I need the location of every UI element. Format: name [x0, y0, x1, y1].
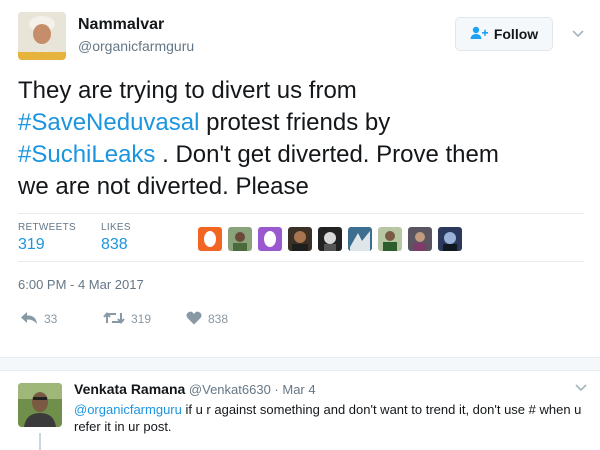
hashtag-link[interactable]: #SaveNeduvasal [18, 109, 199, 136]
liker-avatar[interactable] [408, 227, 432, 251]
chevron-down-icon[interactable] [569, 24, 587, 42]
liker-avatar[interactable] [228, 227, 252, 251]
tweet-line: #SaveNeduvasal protest friends by [18, 107, 588, 139]
liker-avatar[interactable] [288, 227, 312, 251]
liker-avatar[interactable] [198, 227, 222, 251]
reply-count: 33 [44, 312, 58, 326]
hashtag-link[interactable]: #SuchiLeaks [18, 141, 155, 168]
tweet-timestamp[interactable]: 6:00 PM - 4 Mar 2017 [18, 277, 144, 292]
reply-icon [20, 311, 38, 328]
reply-author-name[interactable]: Venkata Ramana [74, 381, 185, 397]
liker-avatar[interactable] [438, 227, 462, 251]
author-display-name[interactable]: Nammalvar [78, 16, 164, 34]
liker-avatar[interactable] [378, 227, 402, 251]
retweet-button[interactable]: 319 [103, 310, 151, 328]
like-button[interactable]: 838 [186, 310, 228, 328]
add-user-icon [470, 26, 488, 43]
liker-avatars [198, 227, 462, 251]
reply-button[interactable]: 33 [20, 310, 57, 328]
retweets-count[interactable]: 319 [18, 236, 45, 254]
liker-avatar[interactable] [318, 227, 342, 251]
divider [18, 213, 584, 214]
mention-link[interactable]: @organicfarmguru [74, 402, 182, 417]
tweet-line: #SuchiLeaks . Don't get diverted. Prove … [18, 139, 588, 171]
reply-author-handle[interactable]: @Venkat6630 [189, 382, 271, 397]
thread-separator [0, 357, 600, 371]
retweet-icon [103, 311, 125, 328]
reply-text: @organicfarmguru if u r against somethin… [74, 401, 590, 435]
like-count: 838 [208, 312, 229, 326]
likes-count[interactable]: 838 [101, 236, 128, 254]
reply-header: Venkata Ramana @Venkat6630 · Mar 4 [74, 381, 316, 397]
retweets-label: RETWEETS [18, 222, 76, 233]
separator: · [270, 382, 283, 397]
tweet-text: They are trying to divert us from #SaveN… [18, 75, 588, 203]
divider [18, 261, 584, 262]
reply-author-avatar[interactable] [18, 383, 62, 427]
author-avatar[interactable] [18, 12, 66, 60]
likes-label: LIKES [101, 222, 131, 233]
tweet-text-fragment: . Don't get diverted. Prove them [155, 141, 499, 168]
heart-icon [186, 311, 202, 328]
reply-date[interactable]: Mar 4 [282, 382, 315, 397]
tweet-line: we are not diverted. Please [18, 173, 309, 200]
liker-avatar[interactable] [258, 227, 282, 251]
tweet-text-fragment: protest friends by [199, 109, 391, 136]
follow-button-label: Follow [493, 26, 539, 42]
author-handle[interactable]: @organicfarmguru [78, 38, 194, 54]
tweet-line: They are trying to divert us from [18, 77, 357, 104]
chevron-down-icon[interactable] [573, 379, 589, 395]
liker-avatar[interactable] [348, 227, 372, 251]
follow-button[interactable]: Follow [455, 17, 553, 51]
retweet-count: 319 [131, 312, 152, 326]
thread-line [39, 433, 41, 450]
